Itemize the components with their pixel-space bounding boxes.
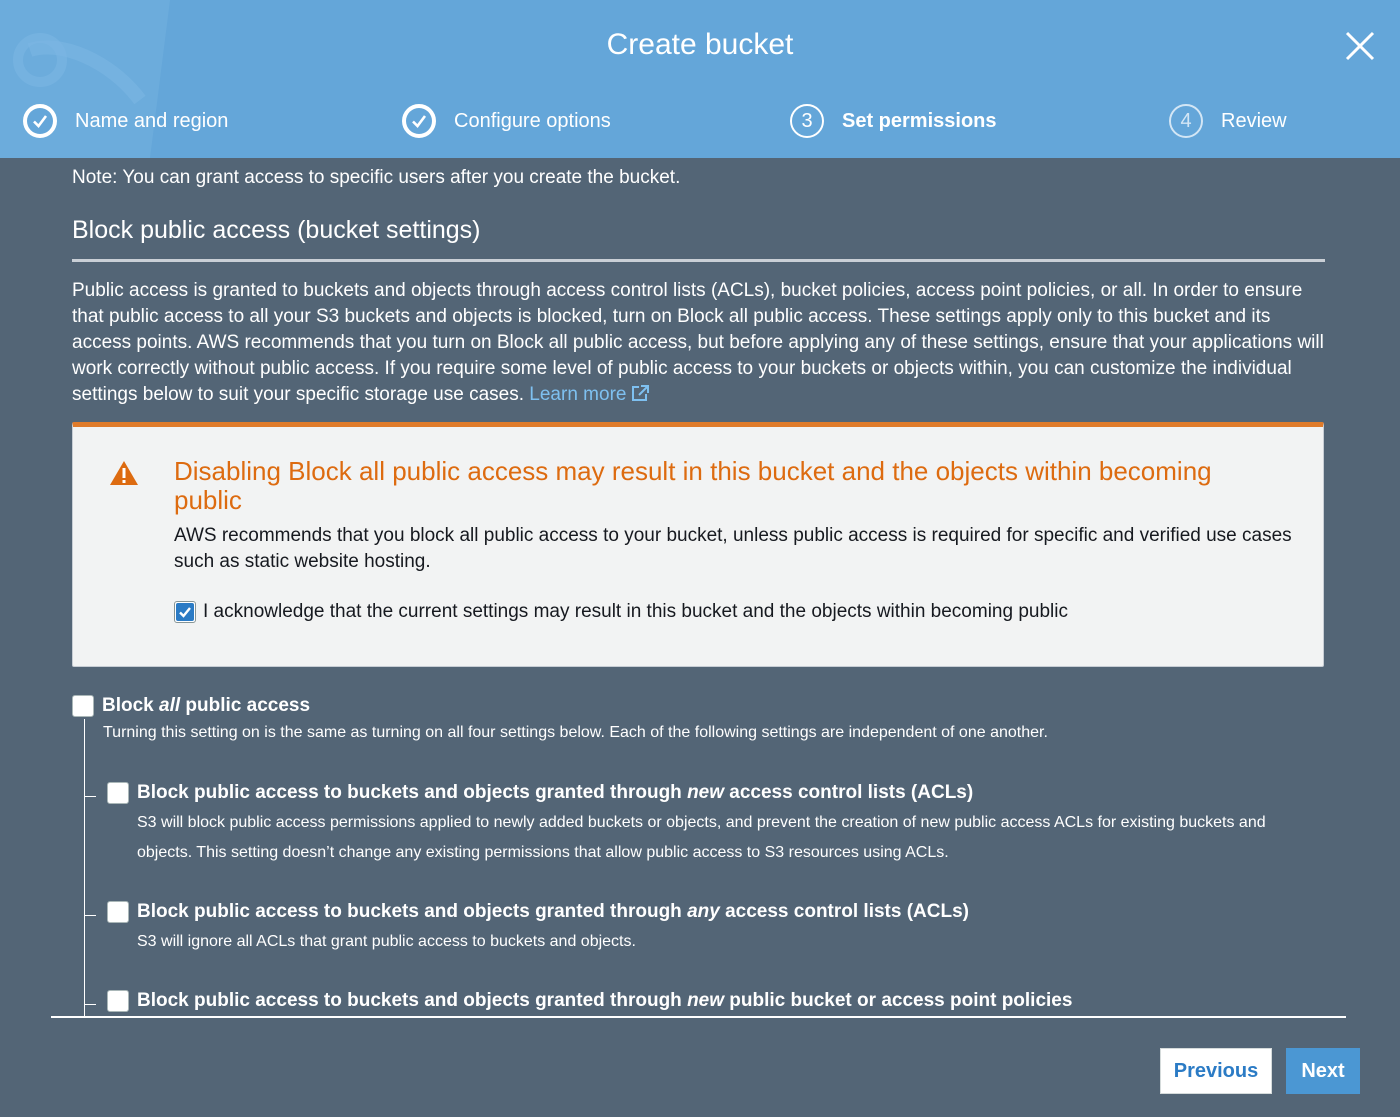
acknowledge-label: I acknowledge that the current settings … [203, 601, 1068, 622]
step-number: 4 [1169, 104, 1203, 138]
step-complete-icon [402, 104, 436, 138]
warning-icon [110, 461, 138, 485]
check-icon [33, 115, 48, 128]
step-label: Name and region [75, 109, 229, 132]
dialog-header: Create bucket Name and region Configure … [0, 0, 1400, 158]
warning-alert: Disabling Block all public access may re… [72, 422, 1324, 667]
block-any-acls-option[interactable]: Block public access to buckets and objec… [107, 901, 969, 923]
grant-access-note: Note: You can grant access to specific u… [72, 167, 681, 188]
close-button[interactable] [1342, 28, 1378, 64]
tree-branch [84, 915, 96, 916]
close-icon [1345, 31, 1375, 61]
section-divider [72, 259, 1325, 262]
block-any-acls-checkbox[interactable] [107, 901, 129, 923]
acknowledge-checkbox[interactable] [174, 601, 196, 623]
permissions-panel: Note: You can grant access to specific u… [72, 158, 1326, 1016]
block-any-acls-label: Block public access to buckets and objec… [137, 901, 970, 922]
step-label: Configure options [454, 109, 611, 132]
block-all-option[interactable]: Block all public access [72, 695, 310, 717]
block-any-acls-description: S3 will ignore all ACLs that grant publi… [137, 933, 636, 950]
block-new-policies-option[interactable]: Block public access to buckets and objec… [107, 990, 1072, 1012]
intro-text: Public access is granted to buckets and … [72, 278, 1326, 408]
check-icon [176, 603, 194, 621]
step-set-permissions: 3 Set permissions [790, 102, 997, 140]
block-new-policies-checkbox[interactable] [107, 990, 129, 1012]
step-label: Review [1221, 109, 1287, 132]
block-all-checkbox[interactable] [72, 695, 94, 717]
block-all-label: Block all public access [102, 695, 311, 716]
tree-connector [84, 719, 85, 1016]
section-title: Block public access (bucket settings) [72, 216, 481, 244]
step-number: 3 [790, 104, 824, 138]
block-new-policies-label: Block public access to buckets and objec… [137, 990, 1073, 1011]
check-icon [412, 115, 427, 128]
external-link-icon [632, 385, 650, 401]
step-review: 4 Review [1169, 102, 1287, 140]
block-new-acls-description: S3 will block public access permissions … [137, 814, 1266, 861]
acknowledge-checkbox-row[interactable]: I acknowledge that the current settings … [174, 601, 1068, 623]
step-configure-options[interactable]: Configure options [402, 102, 611, 140]
learn-more-link[interactable]: Learn more [529, 384, 650, 405]
step-label: Set permissions [842, 109, 997, 132]
block-new-acls-checkbox[interactable] [107, 782, 129, 804]
tree-branch [84, 1004, 96, 1005]
dialog-title: Create bucket [606, 28, 794, 61]
warning-body: AWS recommends that you block all public… [174, 525, 1292, 572]
block-new-acls-label: Block public access to buckets and objec… [137, 782, 974, 803]
previous-button[interactable]: Previous [1160, 1048, 1272, 1094]
step-complete-icon [23, 104, 57, 138]
warning-title: Disabling Block all public access may re… [174, 456, 1212, 515]
next-button[interactable]: Next [1286, 1048, 1360, 1094]
intro-paragraph: Public access is granted to buckets and … [72, 280, 1324, 405]
tree-branch [84, 796, 96, 797]
footer-divider [51, 1016, 1346, 1018]
block-new-acls-option[interactable]: Block public access to buckets and objec… [107, 782, 973, 804]
step-name-and-region[interactable]: Name and region [23, 102, 228, 140]
block-all-description: Turning this setting on is the same as t… [103, 724, 1048, 741]
